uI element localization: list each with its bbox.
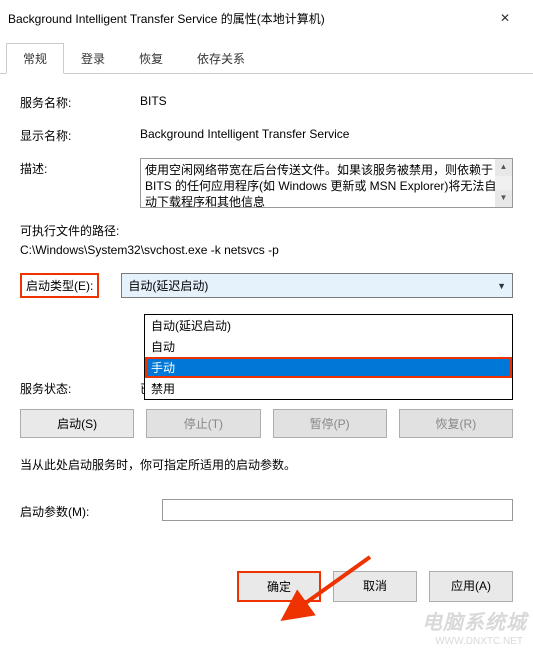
value-display-name: Background Intelligent Transfer Service: [140, 125, 513, 141]
tab-dependencies[interactable]: 依存关系: [180, 43, 262, 74]
label-start-params: 启动参数(M):: [20, 501, 140, 520]
stop-button: 停止(T): [146, 409, 260, 438]
ok-button[interactable]: 确定: [237, 571, 321, 602]
startup-type-dropdown[interactable]: 自动(延迟启动) 自动 手动 禁用: [144, 314, 513, 400]
resume-button: 恢复(R): [399, 409, 513, 438]
value-exec-path: C:\Windows\System32\svchost.exe -k netsv…: [20, 243, 513, 257]
apply-button[interactable]: 应用(A): [429, 571, 513, 602]
scroll-up-icon[interactable]: ▲: [495, 159, 512, 176]
start-button[interactable]: 启动(S): [20, 409, 134, 438]
tab-logon[interactable]: 登录: [64, 43, 122, 74]
close-icon: ✕: [500, 11, 510, 25]
description-textbox[interactable]: 使用空闲网络带宽在后台传送文件。如果该服务被禁用，则依赖于 BITS 的任何应用…: [140, 158, 513, 208]
highlight-startup-label: 启动类型(E):: [20, 273, 99, 298]
value-service-name: BITS: [140, 92, 513, 108]
label-display-name: 显示名称:: [20, 125, 140, 144]
description-scrollbar[interactable]: ▲ ▼: [495, 159, 512, 207]
cancel-button[interactable]: 取消: [333, 571, 417, 602]
startup-type-value: 自动(延迟启动): [128, 277, 208, 294]
window-title: Background Intelligent Transfer Service …: [8, 10, 325, 27]
option-auto[interactable]: 自动: [145, 336, 512, 357]
label-exec-path: 可执行文件的路径:: [20, 222, 513, 239]
label-service-status: 服务状态:: [20, 378, 140, 397]
tab-recovery[interactable]: 恢复: [122, 43, 180, 74]
close-button[interactable]: ✕: [485, 6, 525, 30]
chevron-down-icon: ▼: [497, 281, 506, 291]
label-description: 描述:: [20, 158, 140, 177]
startup-note: 当从此处启动服务时，你可指定所适用的启动参数。: [20, 456, 513, 473]
option-manual[interactable]: 手动: [145, 357, 512, 378]
start-params-input[interactable]: [162, 499, 513, 521]
watermark-url: WWW.DNXTC.NET: [435, 636, 523, 647]
pause-button: 暂停(P): [273, 409, 387, 438]
label-startup-type: 启动类型(E):: [26, 279, 93, 293]
label-service-name: 服务名称:: [20, 92, 140, 111]
tab-strip: 常规 登录 恢复 依存关系: [0, 42, 533, 74]
watermark-text: 电脑系统城: [422, 606, 527, 635]
description-text: 使用空闲网络带宽在后台传送文件。如果该服务被禁用，则依赖于 BITS 的任何应用…: [145, 163, 496, 208]
option-auto-delayed[interactable]: 自动(延迟启动): [145, 315, 512, 336]
option-disabled[interactable]: 禁用: [145, 378, 512, 399]
scroll-down-icon[interactable]: ▼: [495, 190, 512, 207]
startup-type-select[interactable]: 自动(延迟启动) ▼: [121, 273, 513, 298]
tab-general[interactable]: 常规: [6, 43, 64, 74]
